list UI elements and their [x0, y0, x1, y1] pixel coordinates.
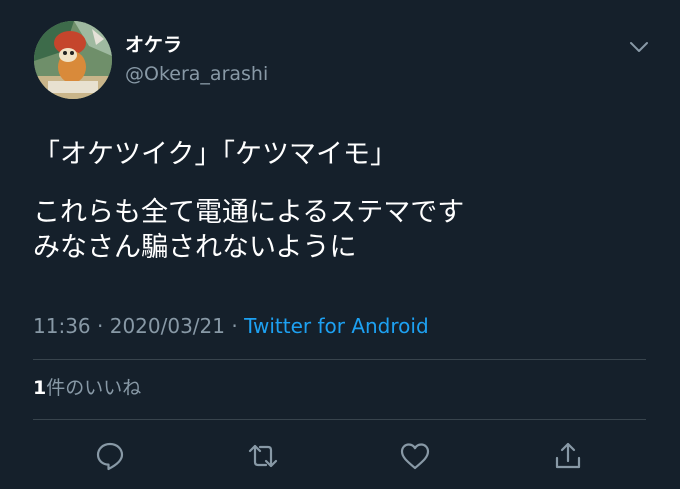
- avatar[interactable]: [34, 21, 112, 99]
- divider: [33, 359, 646, 360]
- like-button[interactable]: [393, 434, 437, 478]
- tweet-text: 「オケツイク」「ケツマイモ」 これらも全て電通によるステマです みなさん騙されな…: [33, 137, 653, 265]
- tweet-text-line: これらも全て電通によるステマです: [33, 197, 465, 228]
- tweet-text-line: 「オケツイク」「ケツマイモ」: [33, 139, 397, 170]
- tweet-source-link[interactable]: Twitter for Android: [244, 314, 429, 338]
- tweet-date[interactable]: 2020/03/21: [110, 314, 225, 338]
- tweet-metadata: 11:36 · 2020/03/21 · Twitter for Android: [33, 312, 429, 340]
- likes-number: 1: [33, 377, 47, 399]
- share-icon: [555, 442, 581, 469]
- chevron-down-icon[interactable]: [628, 36, 650, 58]
- likes-count[interactable]: 1件のいいね: [33, 375, 141, 401]
- share-button[interactable]: [546, 434, 590, 478]
- meta-separator: ·: [97, 314, 104, 338]
- meta-separator: ·: [231, 314, 238, 338]
- avatar-image: [34, 21, 112, 99]
- reply-icon: [96, 442, 124, 471]
- reply-button[interactable]: [88, 434, 132, 478]
- like-icon: [400, 443, 430, 470]
- retweet-icon: [248, 444, 278, 468]
- tweet-text-line: みなさん騙されないように: [33, 232, 357, 263]
- likes-label: 件のいいね: [46, 377, 142, 399]
- tweet-time[interactable]: 11:36: [33, 314, 91, 338]
- user-handle[interactable]: @Okera_arashi: [125, 62, 268, 86]
- retweet-button[interactable]: [241, 434, 285, 478]
- display-name[interactable]: オケラ: [125, 33, 182, 57]
- divider: [33, 419, 646, 420]
